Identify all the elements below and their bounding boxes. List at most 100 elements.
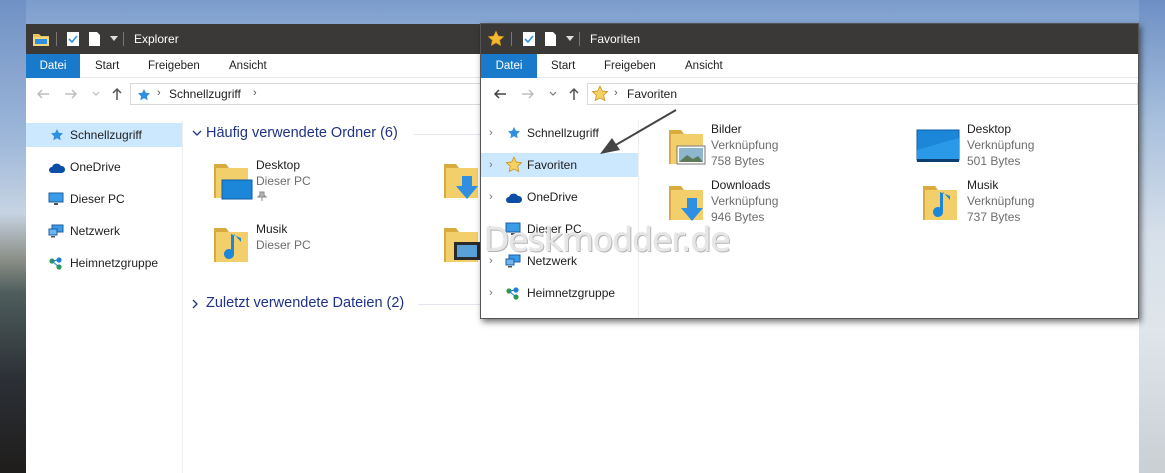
properties-icon[interactable]	[522, 31, 536, 47]
network-icon	[48, 224, 64, 238]
shortcut-tile-musik[interactable]: Musik Verknüpfung 737 Bytes	[915, 178, 1135, 226]
tab-freigeben[interactable]: Freigeben	[148, 54, 200, 78]
section-frequent-folders[interactable]: Häufig verwendete Ordner (6)	[206, 125, 398, 141]
chevron-right-icon[interactable]: ›	[489, 159, 493, 171]
star-icon[interactable]	[487, 30, 505, 48]
shortcut-name: Bilder	[711, 122, 742, 136]
divider	[123, 32, 124, 46]
nav-item-dieser-pc[interactable]: Dieser PC	[26, 187, 182, 211]
breadcrumb-separator-icon: ›	[253, 87, 257, 99]
videos-folder-icon	[440, 222, 484, 266]
new-item-icon[interactable]	[544, 31, 557, 47]
watermark: Deskmodder.de	[484, 220, 731, 259]
annotation-arrow	[600, 109, 677, 154]
onedrive-icon	[505, 192, 523, 204]
nav-label: Heimnetzgruppe	[70, 256, 159, 270]
pin-icon[interactable]	[257, 191, 267, 201]
properties-icon[interactable]	[66, 31, 80, 47]
homegroup-icon	[48, 256, 64, 270]
address-box[interactable]: › Schnellzugriff ›	[130, 83, 490, 105]
folder-tile-downloads-partial[interactable]	[436, 156, 478, 204]
nav-label: Favoriten	[527, 158, 578, 172]
address-box[interactable]: › Favoriten	[587, 83, 1138, 105]
shortcut-tile-bilder[interactable]: Bilder Verknüpfung 758 Bytes	[665, 122, 885, 170]
recent-locations-icon[interactable]	[549, 91, 557, 97]
breadcrumb-separator-icon: ›	[614, 87, 618, 99]
shortcut-size: 737 Bytes	[967, 210, 1021, 224]
downloads-folder-icon	[440, 158, 484, 202]
breadcrumb-schnellzugriff[interactable]: Schnellzugriff	[169, 87, 241, 101]
back-icon[interactable]	[493, 87, 507, 101]
shortcut-type: Verknüpfung	[711, 138, 779, 152]
nav-item-heimnetzgruppe[interactable]: › Heimnetzgruppe	[481, 281, 638, 305]
tab-start[interactable]: Start	[95, 54, 119, 78]
favoriten-window: Favoriten Datei Start Freigeben Ansicht …	[480, 23, 1139, 319]
folder-tile-videos-partial[interactable]	[436, 220, 480, 268]
music-folder-icon	[210, 222, 254, 266]
divider	[56, 32, 57, 46]
new-item-icon[interactable]	[88, 31, 101, 47]
chevron-right-icon[interactable]: ›	[489, 191, 493, 203]
tab-datei[interactable]: Datei	[26, 54, 80, 78]
section-recent-files[interactable]: Zuletzt verwendete Dateien (2)	[206, 295, 404, 311]
shortcut-type: Verknüpfung	[711, 194, 779, 208]
tab-freigeben[interactable]: Freigeben	[604, 54, 656, 78]
window-title: Explorer	[134, 32, 179, 46]
desktop-icon	[915, 128, 961, 164]
nav-item-netzwerk[interactable]: Netzwerk	[26, 219, 182, 243]
chevron-right-icon[interactable]: ›	[489, 127, 493, 139]
shortcut-size: 501 Bytes	[967, 154, 1021, 168]
music-folder-icon	[919, 180, 963, 224]
homegroup-icon	[505, 286, 521, 300]
downloads-folder-icon	[665, 180, 709, 224]
chevron-down-icon[interactable]	[110, 36, 118, 44]
computer-icon	[48, 192, 64, 206]
tab-ansicht[interactable]: Ansicht	[685, 54, 723, 78]
star-icon	[591, 85, 609, 103]
folder-icon[interactable]	[32, 30, 50, 48]
folder-name: Desktop	[256, 158, 301, 172]
nav-item-heimnetzgruppe[interactable]: Heimnetzgruppe	[26, 251, 182, 275]
divider	[511, 32, 512, 46]
up-icon[interactable]	[110, 87, 124, 101]
back-icon[interactable]	[36, 87, 50, 101]
chevron-down-icon[interactable]	[192, 130, 202, 138]
shortcut-type: Verknüpfung	[967, 138, 1035, 152]
shortcut-size: 758 Bytes	[711, 154, 765, 168]
forward-icon[interactable]	[521, 87, 535, 101]
breadcrumb-favoriten[interactable]: Favoriten	[627, 87, 677, 101]
chevron-right-icon[interactable]	[192, 299, 200, 309]
ribbon: Datei Start Freigeben Ansicht	[481, 54, 1138, 78]
folder-location: Dieser PC	[256, 238, 311, 252]
nav-label: Schnellzugriff	[527, 126, 599, 140]
folder-tile-desktop[interactable]: Desktop Dieser PC	[206, 156, 406, 204]
onedrive-icon	[48, 162, 66, 174]
navigation-pane: Schnellzugriff OneDrive Dieser PC Netzwe…	[26, 121, 183, 473]
folder-tile-musik[interactable]: Musik Dieser PC	[206, 220, 406, 268]
up-icon[interactable]	[567, 87, 581, 101]
chevron-down-icon[interactable]	[566, 36, 574, 44]
forward-icon[interactable]	[64, 87, 78, 101]
shortcut-type: Verknüpfung	[967, 194, 1035, 208]
nav-label: OneDrive	[70, 160, 121, 174]
address-bar-row: › Favoriten	[481, 79, 1138, 109]
quick-access-icon	[50, 128, 64, 142]
nav-item-schnellzugriff[interactable]: Schnellzugriff	[26, 123, 182, 147]
divider	[579, 32, 580, 46]
tab-datei[interactable]: Datei	[481, 54, 537, 78]
recent-locations-icon[interactable]	[92, 91, 100, 97]
shortcut-tile-desktop[interactable]: Desktop Verknüpfung 501 Bytes	[915, 122, 1135, 170]
breadcrumb-separator-icon: ›	[157, 87, 161, 99]
desktop-wallpaper-left	[0, 0, 26, 473]
nav-item-onedrive[interactable]: › OneDrive	[481, 185, 638, 209]
chevron-right-icon[interactable]: ›	[489, 287, 493, 299]
shortcut-tile-downloads[interactable]: Downloads Verknüpfung 946 Bytes	[665, 178, 885, 226]
nav-label: Schnellzugriff	[70, 128, 142, 142]
tab-ansicht[interactable]: Ansicht	[229, 54, 267, 78]
desktop-folder-icon	[210, 158, 254, 202]
nav-item-onedrive[interactable]: OneDrive	[26, 155, 182, 179]
star-icon	[505, 156, 523, 174]
shortcut-name: Musik	[967, 178, 999, 192]
nav-label: Netzwerk	[70, 224, 121, 238]
tab-start[interactable]: Start	[551, 54, 575, 78]
